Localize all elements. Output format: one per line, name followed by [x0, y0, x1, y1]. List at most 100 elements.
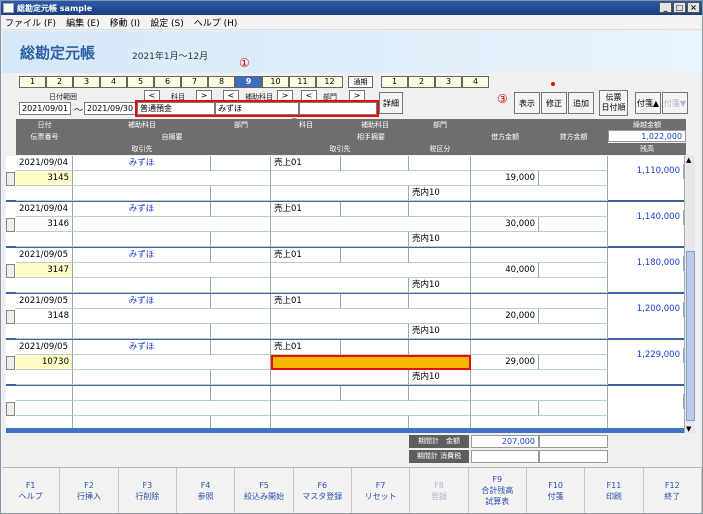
row-counter-summary[interactable]	[271, 401, 471, 416]
row-partner[interactable]	[73, 186, 211, 201]
fkey-f12[interactable]: F12 終了	[644, 468, 702, 513]
quarter-tab-1[interactable]: 1	[381, 76, 408, 88]
row-partner-2[interactable]	[271, 278, 409, 293]
row-sub-account[interactable]: みずほ	[73, 294, 211, 309]
row-slip-no[interactable]: 10730	[16, 355, 73, 370]
row-blank[interactable]	[16, 324, 73, 339]
edit-button[interactable]: 修正	[541, 92, 567, 114]
row-counter-sub[interactable]	[341, 156, 409, 171]
row-debit[interactable]: 30,000	[471, 217, 539, 232]
row-counter-summary[interactable]	[271, 309, 471, 324]
menu-move[interactable]: 移動 (I)	[110, 16, 141, 29]
close-button[interactable]: ×	[687, 2, 700, 13]
menu-edit[interactable]: 編集 (E)	[66, 16, 100, 29]
menu-file[interactable]: ファイル (F)	[5, 16, 56, 29]
month-tab-8[interactable]: 8	[208, 76, 235, 88]
ledger-row[interactable]: 2021/09/05 みずほ 売上01 3147 40,000 売内10 1,180,000	[6, 248, 684, 294]
row-tax-class[interactable]: 売内10	[409, 232, 471, 247]
row-own-summary[interactable]	[73, 217, 271, 232]
row-counter-account[interactable]: 売上01	[271, 248, 341, 263]
fkey-f6[interactable]: F6 マスタ登録	[294, 468, 352, 513]
row-dept[interactable]	[211, 248, 271, 263]
row-selector[interactable]	[6, 310, 15, 324]
month-tab-10[interactable]: 10	[262, 76, 289, 88]
ledger-row[interactable]	[6, 386, 684, 428]
row-own-summary[interactable]	[73, 401, 271, 416]
row-counter-sub[interactable]	[341, 202, 409, 217]
row-counter-sub[interactable]	[341, 248, 409, 263]
row-own-summary[interactable]	[73, 171, 271, 186]
row-debit[interactable]: 19,000	[471, 171, 539, 186]
row-counter-dept[interactable]	[409, 386, 471, 401]
row-tax-class[interactable]: 売内10	[409, 370, 471, 385]
row-balance[interactable]: 1,110,000	[608, 164, 684, 179]
month-tab-7[interactable]: 7	[181, 76, 208, 88]
row-counter-account[interactable]: 売上01	[271, 340, 341, 355]
row-credit[interactable]	[539, 401, 608, 416]
quarter-tab-4[interactable]: 4	[462, 76, 489, 88]
row-debit[interactable]	[471, 401, 539, 416]
row-slip-no[interactable]	[16, 401, 73, 416]
row-date[interactable]: 2021/09/04	[16, 156, 73, 171]
row-blank3[interactable]	[471, 370, 608, 385]
row-counter-account[interactable]: 売上01	[271, 202, 341, 217]
month-tab-11[interactable]: 11	[289, 76, 316, 88]
row-dept[interactable]	[211, 202, 271, 217]
row-partner[interactable]	[73, 370, 211, 385]
fkey-f7[interactable]: F7 リセット	[352, 468, 411, 513]
vertical-scrollbar[interactable]: ▲ ▼	[684, 156, 695, 433]
row-selector[interactable]	[6, 356, 15, 370]
row-balance[interactable]	[608, 394, 684, 409]
ledger-row[interactable]: 2021/09/04 みずほ 売上01 3145 19,000 売内10 1,110,000	[6, 156, 684, 202]
row-blank2[interactable]	[211, 278, 271, 293]
month-tab-6[interactable]: 6	[154, 76, 181, 88]
row-sub-account[interactable]: みずほ	[73, 202, 211, 217]
month-tab-2[interactable]: 2	[46, 76, 73, 88]
fkey-f3[interactable]: F3 行削除	[119, 468, 177, 513]
row-blank3[interactable]	[471, 278, 608, 293]
row-credit[interactable]	[539, 355, 608, 370]
quarter-tab-2[interactable]: 2	[408, 76, 435, 88]
row-selector[interactable]	[6, 402, 15, 416]
row-counter-summary[interactable]	[271, 263, 471, 278]
row-dept[interactable]	[211, 340, 271, 355]
menu-settings[interactable]: 設定 (S)	[150, 16, 184, 29]
row-partner[interactable]	[73, 324, 211, 339]
row-counter-dept[interactable]	[409, 294, 471, 309]
row-blank[interactable]	[16, 370, 73, 385]
row-selector[interactable]	[6, 172, 15, 186]
row-blank[interactable]	[16, 416, 73, 428]
row-blank2[interactable]	[211, 370, 271, 385]
row-debit[interactable]: 20,000	[471, 309, 539, 324]
row-counter-summary[interactable]	[271, 171, 471, 186]
row-tax-class[interactable]: 売内10	[409, 186, 471, 201]
row-spacer[interactable]	[471, 340, 608, 355]
row-selector[interactable]	[6, 264, 15, 278]
row-blank[interactable]	[16, 278, 73, 293]
row-partner-2[interactable]	[271, 232, 409, 247]
row-balance[interactable]: 1,229,000	[608, 348, 684, 363]
fkey-f10[interactable]: F10 付箋	[527, 468, 586, 513]
menu-help[interactable]: ヘルプ (H)	[194, 16, 238, 29]
row-slip-no[interactable]: 3148	[16, 309, 73, 324]
row-slip-no[interactable]: 3147	[16, 263, 73, 278]
row-slip-no[interactable]: 3146	[16, 217, 73, 232]
row-blank[interactable]	[16, 186, 73, 201]
row-counter-sub[interactable]	[341, 294, 409, 309]
row-blank2[interactable]	[211, 324, 271, 339]
row-partner[interactable]	[73, 278, 211, 293]
quarter-tab-3[interactable]: 3	[435, 76, 462, 88]
row-partner-2[interactable]	[271, 416, 409, 428]
row-tax-class[interactable]: 売内10	[409, 324, 471, 339]
scroll-thumb[interactable]	[686, 251, 695, 421]
scroll-down-icon[interactable]: ▼	[686, 425, 691, 433]
row-credit[interactable]	[539, 171, 608, 186]
row-dept[interactable]	[211, 156, 271, 171]
add-button[interactable]: 追加	[568, 92, 594, 114]
row-counter-dept[interactable]	[409, 156, 471, 171]
month-tab-12[interactable]: 12	[316, 76, 343, 88]
maximize-button[interactable]: □	[673, 2, 686, 13]
row-spacer[interactable]	[471, 294, 608, 309]
row-blank2[interactable]	[211, 416, 271, 428]
ledger-row[interactable]: 2021/09/04 みずほ 売上01 3146 30,000 売内10 1,140,000	[6, 202, 684, 248]
